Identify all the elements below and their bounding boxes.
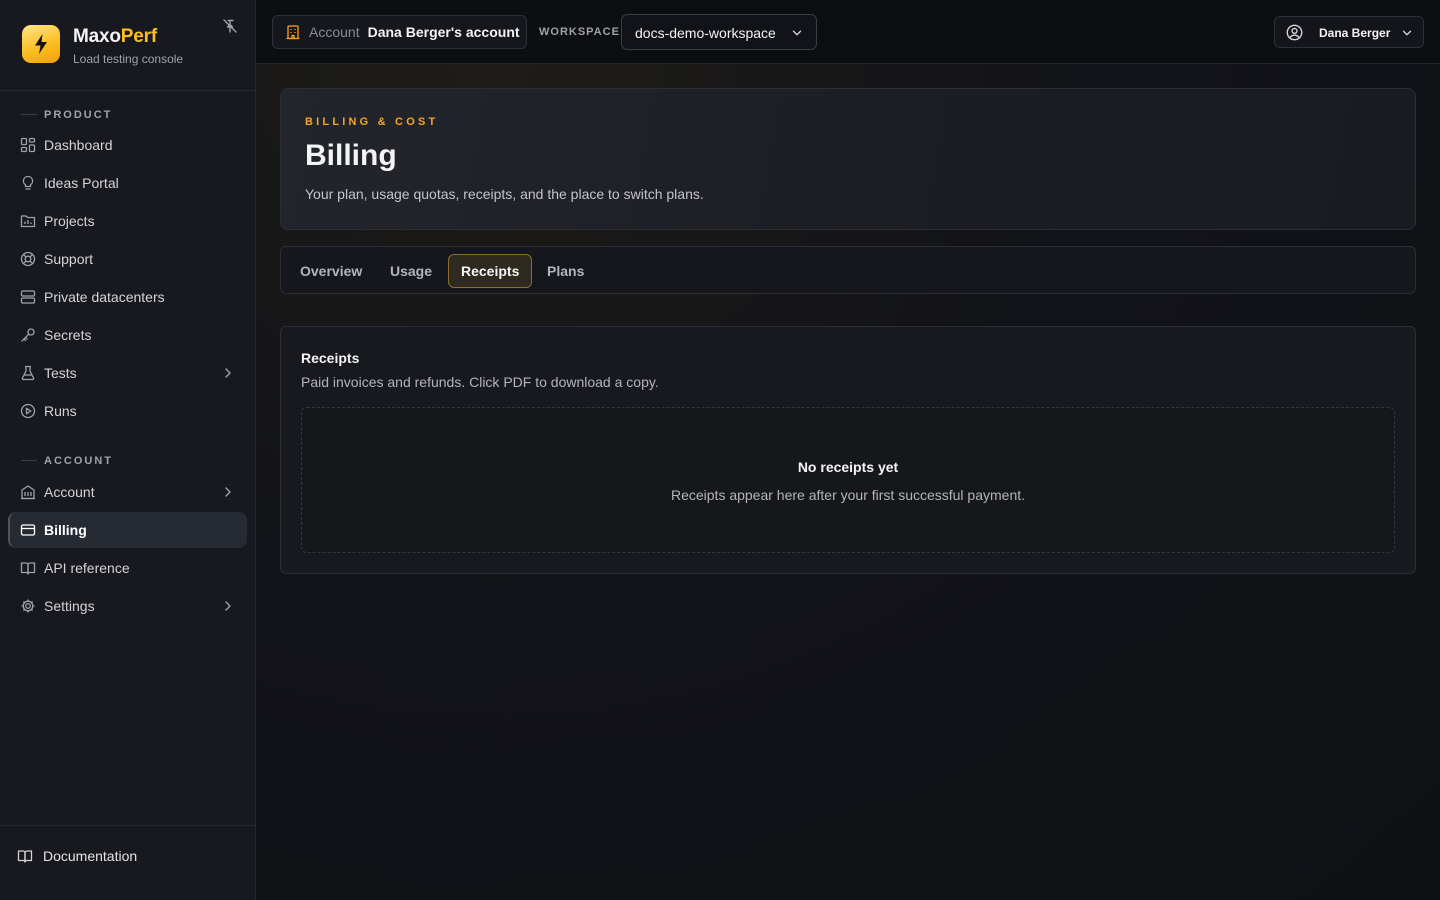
lightning-logo-icon[interactable] [22,25,60,63]
sidebar-item-label: Secrets [44,327,92,343]
folder-icon [20,215,36,228]
sidebar-item-support[interactable]: Support [8,241,247,277]
lightbulb-icon [22,175,34,190]
sidebar-item-projects[interactable]: Projects [8,203,247,239]
chevron-down-icon [1402,30,1412,36]
page-description: Your plan, usage quotas, receipts, and t… [305,186,704,202]
sidebar-item-secrets[interactable]: Secrets [8,317,247,353]
receipts-empty-state: No receipts yet Receipts appear here aft… [301,407,1395,553]
sidebar-item-label: Dashboard [44,137,113,153]
key-icon [21,328,35,342]
sidebar-item-label: Projects [44,213,95,229]
section-divider [21,114,37,115]
tab-plans[interactable]: Plans [535,254,596,288]
sidebar-item-dashboard[interactable]: Dashboard [8,127,247,163]
sidebar-item-label: Ideas Portal [44,175,119,191]
user-circle-icon [1286,24,1303,41]
account-label: Account [309,24,360,40]
book-icon [20,562,36,575]
chevron-right-icon [225,601,231,611]
receipts-card: Receipts Paid invoices and refunds. Clic… [280,326,1416,574]
flask-icon [21,365,35,381]
documentation-link[interactable]: Documentation [17,847,137,865]
sidebar-item-ideas-portal[interactable]: Ideas Portal [8,165,247,201]
workspace-select[interactable]: docs-demo-workspace [621,14,817,50]
sidebar-item-settings[interactable]: Settings [8,588,247,624]
sidebar-footer: Documentation [0,825,255,900]
chevron-down-icon [792,30,802,36]
sidebar-item-private-datacenters[interactable]: Private datacenters [8,279,247,315]
sidebar-item-label: Support [44,251,94,267]
workspace-label: WORKSPACE [539,26,620,38]
unpin-sidebar-button[interactable] [220,16,240,36]
page-title: Billing [305,139,397,172]
sidebar-item-runs[interactable]: Runs [8,393,247,429]
main-content: BILLING & COST Billing Your plan, usage … [256,64,1440,900]
gear-icon [21,599,35,613]
sidebar-item-label: Account [44,484,95,500]
app-root: MaxoPerf Load testing console PRODUCT Da… [0,0,1440,900]
sidebar-item-label: Settings [44,598,95,614]
credit-card-icon [20,524,36,536]
topbar: Account Dana Berger's account WORKSPACE … [256,0,1440,64]
chevron-right-icon [225,368,231,378]
sidebar-item-label: Runs [44,403,77,419]
brand-header: MaxoPerf Load testing console [0,0,255,91]
brand-name-main: Maxo [73,26,121,47]
user-menu-button[interactable]: Dana Berger [1274,16,1424,48]
dashboard-icon [20,137,36,153]
empty-state-title: No receipts yet [797,459,899,475]
billing-tabs: Overview Usage Receipts Plans [280,246,1416,294]
sidebar-item-label: Billing [44,522,87,538]
chevron-right-icon [225,487,231,497]
brand-name-accent: Perf [120,26,157,47]
tab-usage[interactable]: Usage [378,254,444,288]
account-name: Dana Berger's account [367,24,520,40]
sidebar: MaxoPerf Load testing console PRODUCT Da… [0,0,256,900]
sidebar-item-api-reference[interactable]: API reference [8,550,247,586]
receipts-title: Receipts [301,350,360,366]
sidebar-item-label: Private datacenters [44,289,165,305]
page-header: BILLING & COST Billing Your plan, usage … [280,88,1416,230]
server-icon [20,290,36,304]
sidebar-item-account[interactable]: Account [8,474,247,510]
user-name: Dana Berger [1319,26,1391,40]
tab-overview[interactable]: Overview [288,254,374,288]
documentation-label: Documentation [43,848,138,864]
empty-state-description: Receipts appear here after your first su… [670,487,1026,503]
section-label-product: PRODUCT [44,109,113,121]
building-icon [21,485,35,500]
pin-off-icon [223,19,237,33]
section-divider [21,460,37,461]
play-circle-icon [20,403,36,419]
sidebar-item-label: API reference [44,560,130,576]
brand-subtitle: Load testing console [73,52,184,66]
page-eyebrow: BILLING & COST [305,116,439,128]
brand-name: MaxoPerf [73,26,157,48]
tab-receipts[interactable]: Receipts [448,254,533,288]
receipts-description: Paid invoices and refunds. Click PDF to … [301,374,659,390]
sidebar-item-label: Tests [44,365,77,381]
lifebuoy-icon [20,251,36,267]
building-icon [286,25,300,40]
sidebar-item-tests[interactable]: Tests [8,355,247,391]
book-icon [17,850,33,863]
workspace-value: docs-demo-workspace [635,25,776,41]
section-label-account: ACCOUNT [44,455,113,467]
account-switcher[interactable]: Account Dana Berger's account [272,15,527,49]
sidebar-item-billing[interactable]: Billing [8,512,247,548]
